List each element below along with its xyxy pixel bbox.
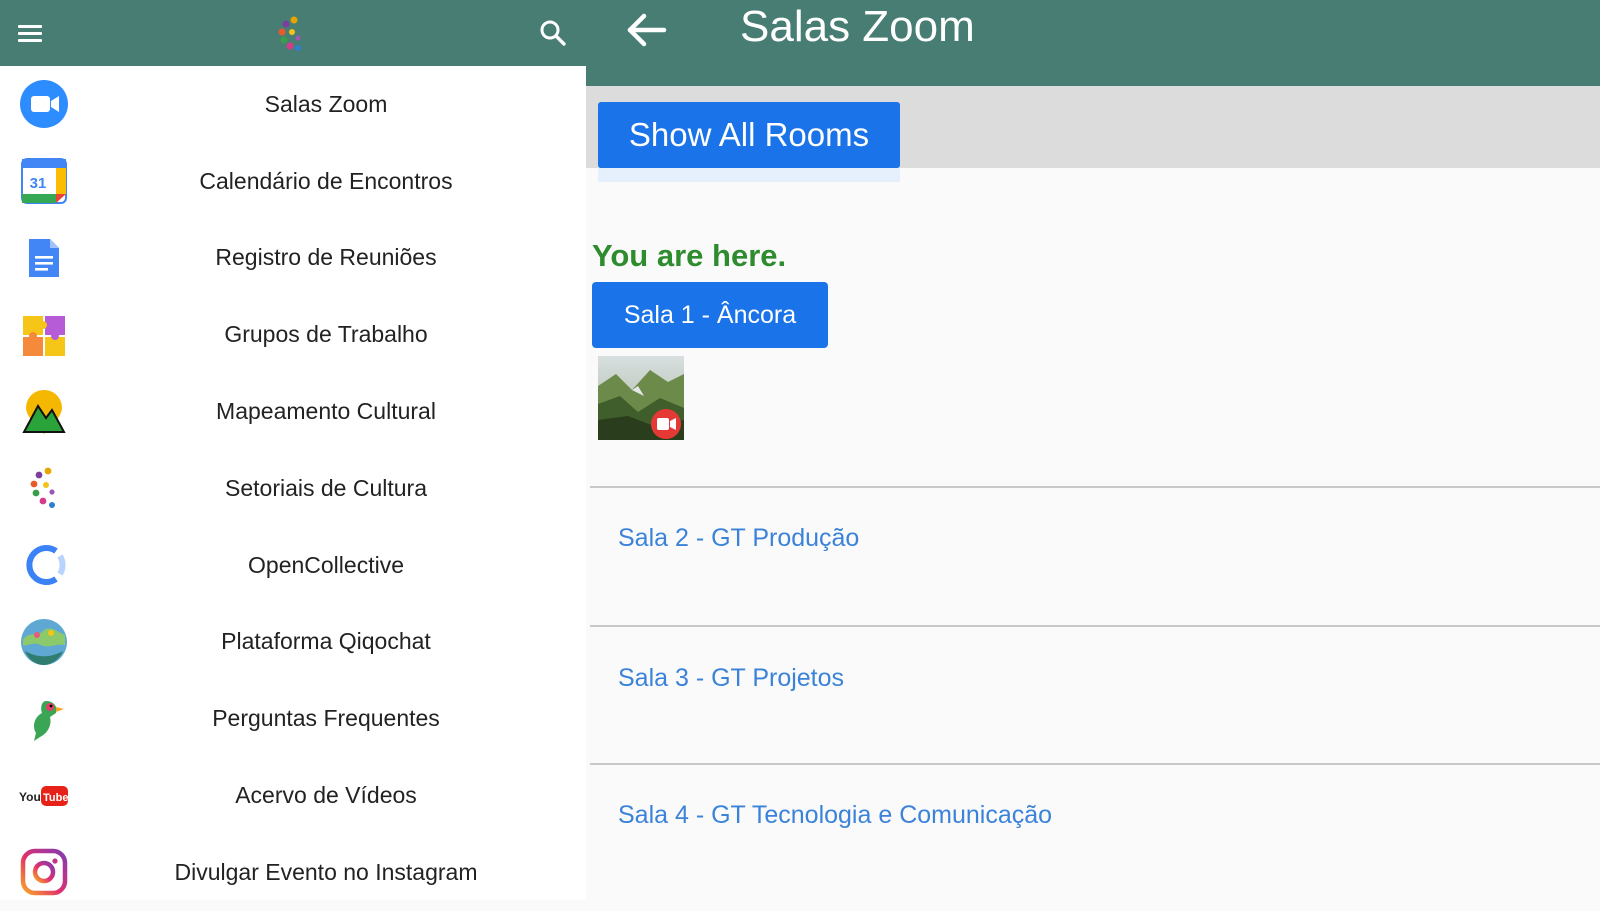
menu-item-label: Setoriais de Cultura xyxy=(225,474,427,501)
youtube-icon: You Tube xyxy=(18,770,70,822)
menu-item-label: Salas Zoom xyxy=(264,90,388,117)
current-room-button[interactable]: Sala 1 - Âncora xyxy=(592,282,828,348)
show-all-rooms-button[interactable]: Show All Rooms xyxy=(598,102,900,168)
room-divider xyxy=(590,625,1600,627)
back-arrow-icon[interactable] xyxy=(624,8,668,52)
opencollective-icon xyxy=(18,539,70,591)
cultural-logo-icon xyxy=(18,462,70,514)
menu-item-opencollective[interactable]: OpenCollective xyxy=(0,527,586,604)
drawer-menu: Salas Zoom 31 Calendário de Encontros Re… xyxy=(0,66,586,911)
menu-item-label: Acervo de Vídeos xyxy=(235,782,417,809)
google-calendar-icon: 31 xyxy=(18,155,70,207)
menu-item-label: Calendário de Encontros xyxy=(199,167,453,194)
menu-icon[interactable] xyxy=(18,25,42,43)
menu-item-label: Grupos de Trabalho xyxy=(224,321,428,348)
room-link-sala-3[interactable]: Sala 3 - GT Projetos xyxy=(618,664,844,693)
room-link-sala-2[interactable]: Sala 2 - GT Produção xyxy=(618,524,859,553)
menu-item-acervo[interactable]: You Tube Acervo de Vídeos xyxy=(0,757,586,834)
menu-item-mapeamento[interactable]: Mapeamento Cultural xyxy=(0,373,586,450)
svg-text:You: You xyxy=(19,790,41,804)
drawer-app-bar xyxy=(0,0,586,66)
top-app-bar: Salas Zoom xyxy=(586,0,1600,86)
menu-item-label: Plataforma Qiqochat xyxy=(221,628,431,655)
zoom-icon xyxy=(18,78,70,130)
menu-item-calendario[interactable]: 31 Calendário de Encontros xyxy=(0,143,586,220)
main-content: Salas Zoom Show All Rooms You are here. … xyxy=(586,0,1600,900)
room-link-sala-4[interactable]: Sala 4 - GT Tecnologia e Comunicação xyxy=(618,801,1052,830)
page-title: Salas Zoom xyxy=(740,2,975,51)
menu-item-setoriais[interactable]: Setoriais de Cultura xyxy=(0,450,586,527)
map-pin-mountain-icon xyxy=(18,386,70,438)
search-icon[interactable] xyxy=(538,18,568,48)
room-thumbnail[interactable] xyxy=(598,356,684,440)
menu-item-instagram[interactable]: Divulgar Evento no Instagram xyxy=(0,834,586,911)
svg-text:Tube: Tube xyxy=(43,792,68,804)
menu-item-label: Perguntas Frequentes xyxy=(212,705,440,732)
menu-item-grupos[interactable]: Grupos de Trabalho xyxy=(0,296,586,373)
room-divider xyxy=(590,763,1600,765)
menu-item-qiqochat[interactable]: Plataforma Qiqochat xyxy=(0,604,586,681)
menu-item-salas-zoom[interactable]: Salas Zoom xyxy=(0,66,586,143)
room-divider xyxy=(590,486,1600,488)
app-logo-icon xyxy=(272,14,308,54)
menu-item-registro[interactable]: Registro de Reuniões xyxy=(0,220,586,297)
menu-item-label: Divulgar Evento no Instagram xyxy=(174,858,478,885)
puzzle-icon xyxy=(18,309,70,361)
menu-item-perguntas[interactable]: Perguntas Frequentes xyxy=(0,680,586,757)
button-shadow xyxy=(598,168,900,182)
menu-item-label: OpenCollective xyxy=(248,551,404,578)
instagram-icon xyxy=(18,846,70,898)
current-location-label: You are here. xyxy=(592,238,787,273)
menu-item-label: Registro de Reuniões xyxy=(215,244,437,271)
bird-icon xyxy=(18,693,70,745)
navigation-drawer: Salas Zoom 31 Calendário de Encontros Re… xyxy=(0,0,586,900)
menu-item-label: Mapeamento Cultural xyxy=(216,398,436,425)
google-docs-icon xyxy=(18,232,70,284)
svg-text:31: 31 xyxy=(30,175,47,192)
globe-icon xyxy=(18,616,70,668)
